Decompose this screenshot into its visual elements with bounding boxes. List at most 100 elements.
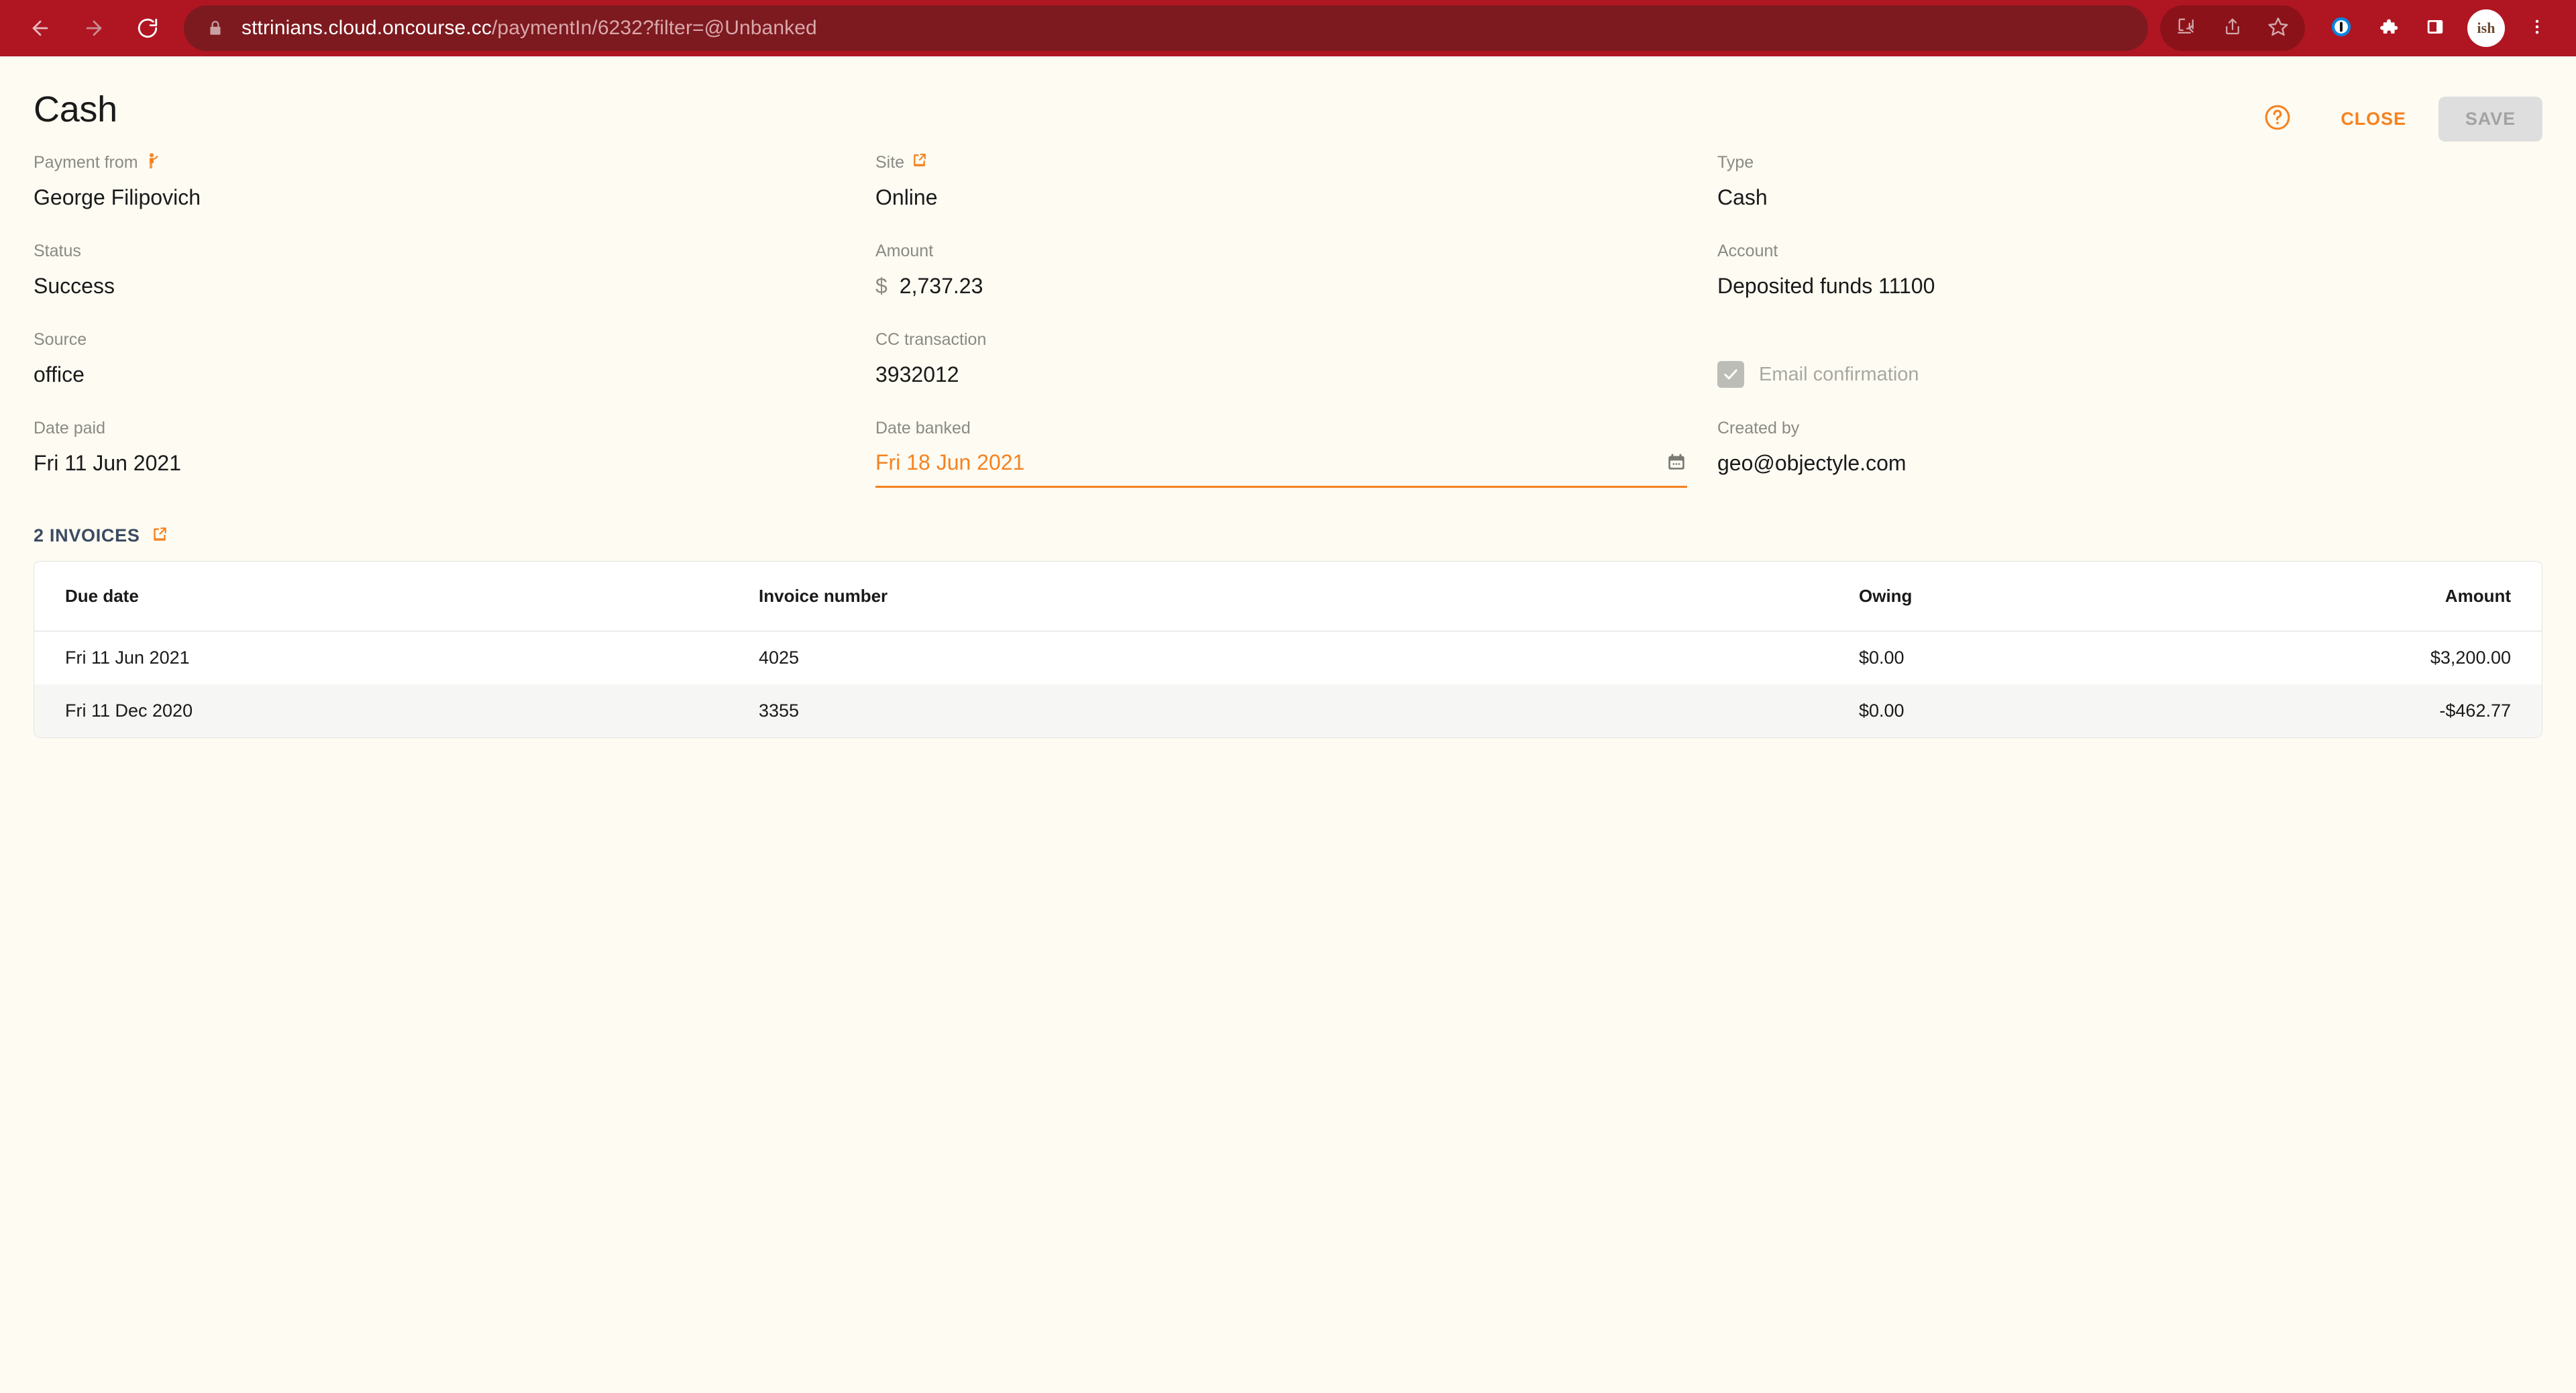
page-title: Cash: [34, 89, 117, 130]
field-amount-label: Amount: [875, 242, 934, 260]
payment-detail-page: Cash CLOSE SAVE Payment from George Fili…: [0, 56, 2576, 738]
invoices-link[interactable]: 2 INVOICES: [34, 525, 168, 546]
field-source-label: Source: [34, 330, 87, 349]
save-button[interactable]: SAVE: [2438, 97, 2542, 142]
address-bar[interactable]: sttrinians.cloud.oncourse.cc/paymentIn/6…: [184, 5, 2148, 51]
field-created-by: Created by geo@objectyle.com: [1717, 417, 2542, 479]
field-source: Source office: [34, 329, 875, 391]
page-header: Cash CLOSE SAVE: [34, 56, 2542, 142]
cell-due-date: Fri 11 Dec 2020: [34, 684, 759, 737]
email-confirmation-label: Email confirmation: [1759, 363, 1919, 385]
forward-button[interactable]: [70, 4, 118, 52]
amount-number: 2,737.23: [899, 274, 983, 298]
fields-column-3: Type Cash Account Deposited funds 11100 …: [1717, 152, 2542, 488]
forward-arrow-icon: [83, 17, 105, 40]
field-created-by-label: Created by: [1717, 419, 1800, 437]
field-cc-transaction-label: CC transaction: [875, 330, 987, 349]
header-actions: CLOSE SAVE: [2261, 97, 2542, 142]
share-button[interactable]: [2210, 5, 2255, 51]
one-password-button[interactable]: [2318, 5, 2364, 51]
field-account-value[interactable]: Deposited funds 11100: [1717, 270, 2542, 302]
back-arrow-icon: [29, 17, 52, 40]
cell-invoice-number: 3355: [759, 684, 1859, 737]
currency-symbol: $: [875, 274, 888, 298]
cell-invoice-number: 4025: [759, 648, 800, 668]
extensions-button[interactable]: [2365, 5, 2411, 51]
url-text: sttrinians.cloud.oncourse.cc/paymentIn/6…: [241, 17, 817, 40]
label-text: Site: [875, 153, 905, 172]
fields-column-1: Payment from George Filipovich Status Su…: [34, 152, 875, 488]
browser-menu-button[interactable]: [2514, 5, 2560, 51]
help-button[interactable]: [2261, 103, 2294, 136]
field-site-value[interactable]: Online: [875, 181, 1717, 213]
fields-column-2: Site Online Amount $ 2,737.23 CC transac…: [875, 152, 1717, 488]
install-app-button[interactable]: [2164, 5, 2210, 51]
browser-actions: ish: [2160, 5, 2560, 51]
field-date-banked: Date banked Fri 18 Jun 2021: [875, 417, 1717, 488]
field-payment-from-value[interactable]: George Filipovich: [34, 181, 875, 213]
table-row[interactable]: Fri 11 Jun 2021 4025 $0.00 $3,200.00: [34, 631, 2542, 685]
browser-toolbar: sttrinians.cloud.oncourse.cc/paymentIn/6…: [0, 0, 2576, 56]
invoices-table-body: Fri 11 Jun 2021 4025 $0.00 $3,200.00 Fri…: [34, 631, 2542, 737]
calendar-icon[interactable]: [1666, 452, 1687, 473]
external-link-icon[interactable]: [151, 525, 168, 546]
external-link-icon[interactable]: [911, 152, 928, 173]
cell-amount: $3,200.00: [2430, 648, 2511, 668]
reload-button[interactable]: [123, 4, 172, 52]
table-row[interactable]: Fri 11 Dec 2020 3355 $0.00 -$462.77: [34, 684, 2542, 737]
field-source-value[interactable]: office: [34, 358, 875, 391]
field-site: Site Online: [875, 152, 1717, 213]
column-header-invoice-number[interactable]: Invoice number: [759, 562, 1859, 631]
field-status-value[interactable]: Success: [34, 270, 875, 302]
field-payment-from: Payment from George Filipovich: [34, 152, 875, 213]
field-account: Account Deposited funds 11100: [1717, 240, 2542, 302]
lock-icon: [207, 19, 224, 37]
omnibox-action-group: [2160, 5, 2305, 51]
cell-owing: $0.00: [1859, 684, 2154, 737]
back-button[interactable]: [16, 4, 64, 52]
reload-icon: [136, 17, 159, 40]
field-date-paid-value[interactable]: Fri 11 Jun 2021: [34, 447, 875, 479]
field-email-confirmation: Email confirmation: [1717, 329, 2542, 391]
side-panel-icon: [2425, 17, 2445, 40]
field-date-banked-label: Date banked: [875, 419, 971, 437]
field-cc-transaction-value[interactable]: 3932012: [875, 358, 1717, 391]
label-text: Payment from: [34, 153, 138, 172]
install-app-icon: [2177, 17, 2197, 40]
checkbox-checked-icon: [1717, 361, 1744, 388]
side-panel-button[interactable]: [2412, 5, 2458, 51]
column-header-owing[interactable]: Owing: [1859, 562, 2154, 631]
field-date-paid: Date paid Fri 11 Jun 2021: [34, 417, 875, 479]
navigation-buttons: [16, 4, 172, 52]
field-payment-from-label: Payment from: [34, 152, 875, 173]
column-header-due-date[interactable]: Due date: [34, 562, 759, 631]
email-confirmation-spacer: [1717, 329, 2542, 350]
invoices-link-label: 2 INVOICES: [34, 525, 140, 546]
cell-owing: $0.00: [1859, 648, 1904, 668]
invoices-table: Due date Invoice number Owing Amount Fri…: [34, 561, 2542, 738]
date-banked-input[interactable]: Fri 18 Jun 2021: [875, 447, 1687, 488]
column-header-amount[interactable]: Amount: [2154, 562, 2542, 631]
extensions-puzzle-icon: [2377, 16, 2399, 41]
email-confirmation-row: Email confirmation: [1717, 358, 2542, 391]
close-button[interactable]: CLOSE: [2326, 99, 2421, 139]
field-status-label: Status: [34, 242, 81, 260]
cell-amount: -$462.77: [2154, 684, 2542, 737]
field-account-label: Account: [1717, 242, 1778, 260]
field-type-label: Type: [1717, 153, 1754, 172]
avatar[interactable]: ish: [2467, 9, 2505, 47]
field-amount-value[interactable]: $ 2,737.23: [875, 270, 1717, 302]
avatar-label: ish: [2477, 19, 2496, 36]
share-icon: [2222, 17, 2243, 40]
bookmark-button[interactable]: [2255, 5, 2301, 51]
field-created-by-value[interactable]: geo@objectyle.com: [1717, 447, 2542, 479]
url-host: sttrinians.cloud.oncourse.cc: [241, 17, 492, 39]
cell-due-date: Fri 11 Jun 2021: [65, 648, 190, 668]
field-status: Status Success: [34, 240, 875, 302]
person-icon[interactable]: [145, 152, 161, 174]
field-date-banked-value[interactable]: Fri 18 Jun 2021: [875, 447, 1024, 478]
one-password-icon: [2330, 15, 2353, 42]
field-type: Type Cash: [1717, 152, 2542, 213]
field-type-value[interactable]: Cash: [1717, 181, 2542, 213]
three-dot-menu-icon: [2528, 17, 2546, 40]
